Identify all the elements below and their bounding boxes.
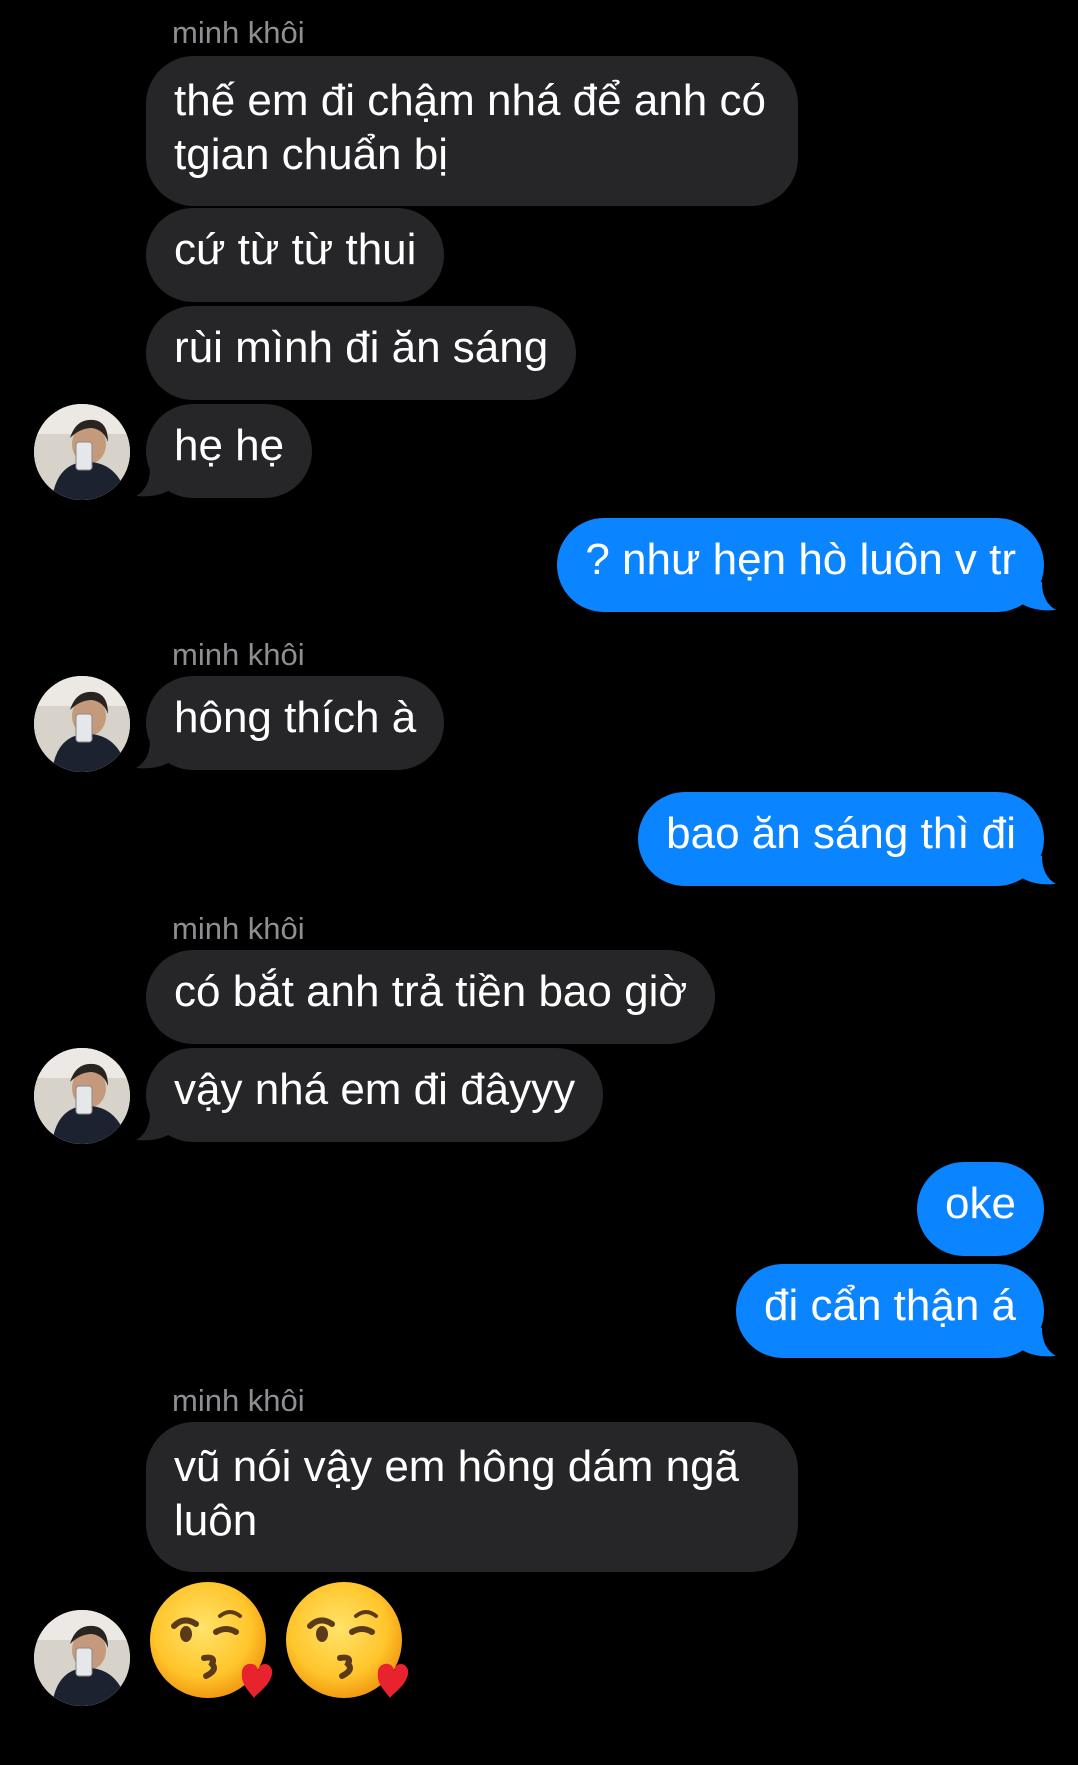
- incoming-message[interactable]: có bắt anh trả tiền bao giờ: [146, 950, 716, 1044]
- kissing-face-with-heart-icon: [150, 1582, 273, 1698]
- outgoing-message[interactable]: ? như hẹn hò luôn v tr: [557, 518, 1044, 612]
- user-avatar-icon[interactable]: [34, 404, 130, 500]
- kissing-face-with-heart-icon: [286, 1582, 409, 1698]
- incoming-message[interactable]: thế em đi chậm nhá để anh có tgian chuẩn…: [146, 56, 798, 206]
- bubble-tail-icon: [136, 740, 170, 769]
- sender-name: minh khôi: [172, 1383, 305, 1418]
- user-avatar-icon[interactable]: [34, 1610, 130, 1706]
- sender-name: minh khôi: [172, 911, 305, 946]
- outgoing-message[interactable]: bao ăn sáng thì đi: [638, 792, 1044, 886]
- bubble-tail-icon: [1022, 856, 1056, 885]
- incoming-message[interactable]: hông thích à: [146, 676, 445, 770]
- incoming-message[interactable]: vũ nói vậy em hông dám ngã luôn: [146, 1422, 798, 1572]
- bubble-tail-icon: [136, 468, 170, 497]
- incoming-message[interactable]: vậy nhá em đi đâyyy: [146, 1048, 604, 1142]
- user-avatar-icon[interactable]: [34, 676, 130, 772]
- sender-name: minh khôi: [172, 15, 305, 50]
- bubble-tail-icon: [136, 1112, 170, 1141]
- incoming-message[interactable]: cứ từ từ thui: [146, 208, 445, 302]
- outgoing-message[interactable]: oke: [917, 1162, 1044, 1256]
- incoming-message[interactable]: rùi mình đi ăn sáng: [146, 306, 577, 400]
- bubble-tail-icon: [1022, 582, 1056, 611]
- outgoing-message[interactable]: đi cẩn thận á: [736, 1264, 1044, 1358]
- user-avatar-icon[interactable]: [34, 1048, 130, 1144]
- incoming-message[interactable]: hẹ hẹ: [146, 404, 313, 498]
- sender-name: minh khôi: [172, 637, 305, 672]
- emoji-message[interactable]: [146, 1576, 412, 1708]
- chat-thread: minh khôi thế em đi chậm nhá để anh có t…: [0, 0, 1078, 1765]
- bubble-tail-icon: [1022, 1328, 1056, 1357]
